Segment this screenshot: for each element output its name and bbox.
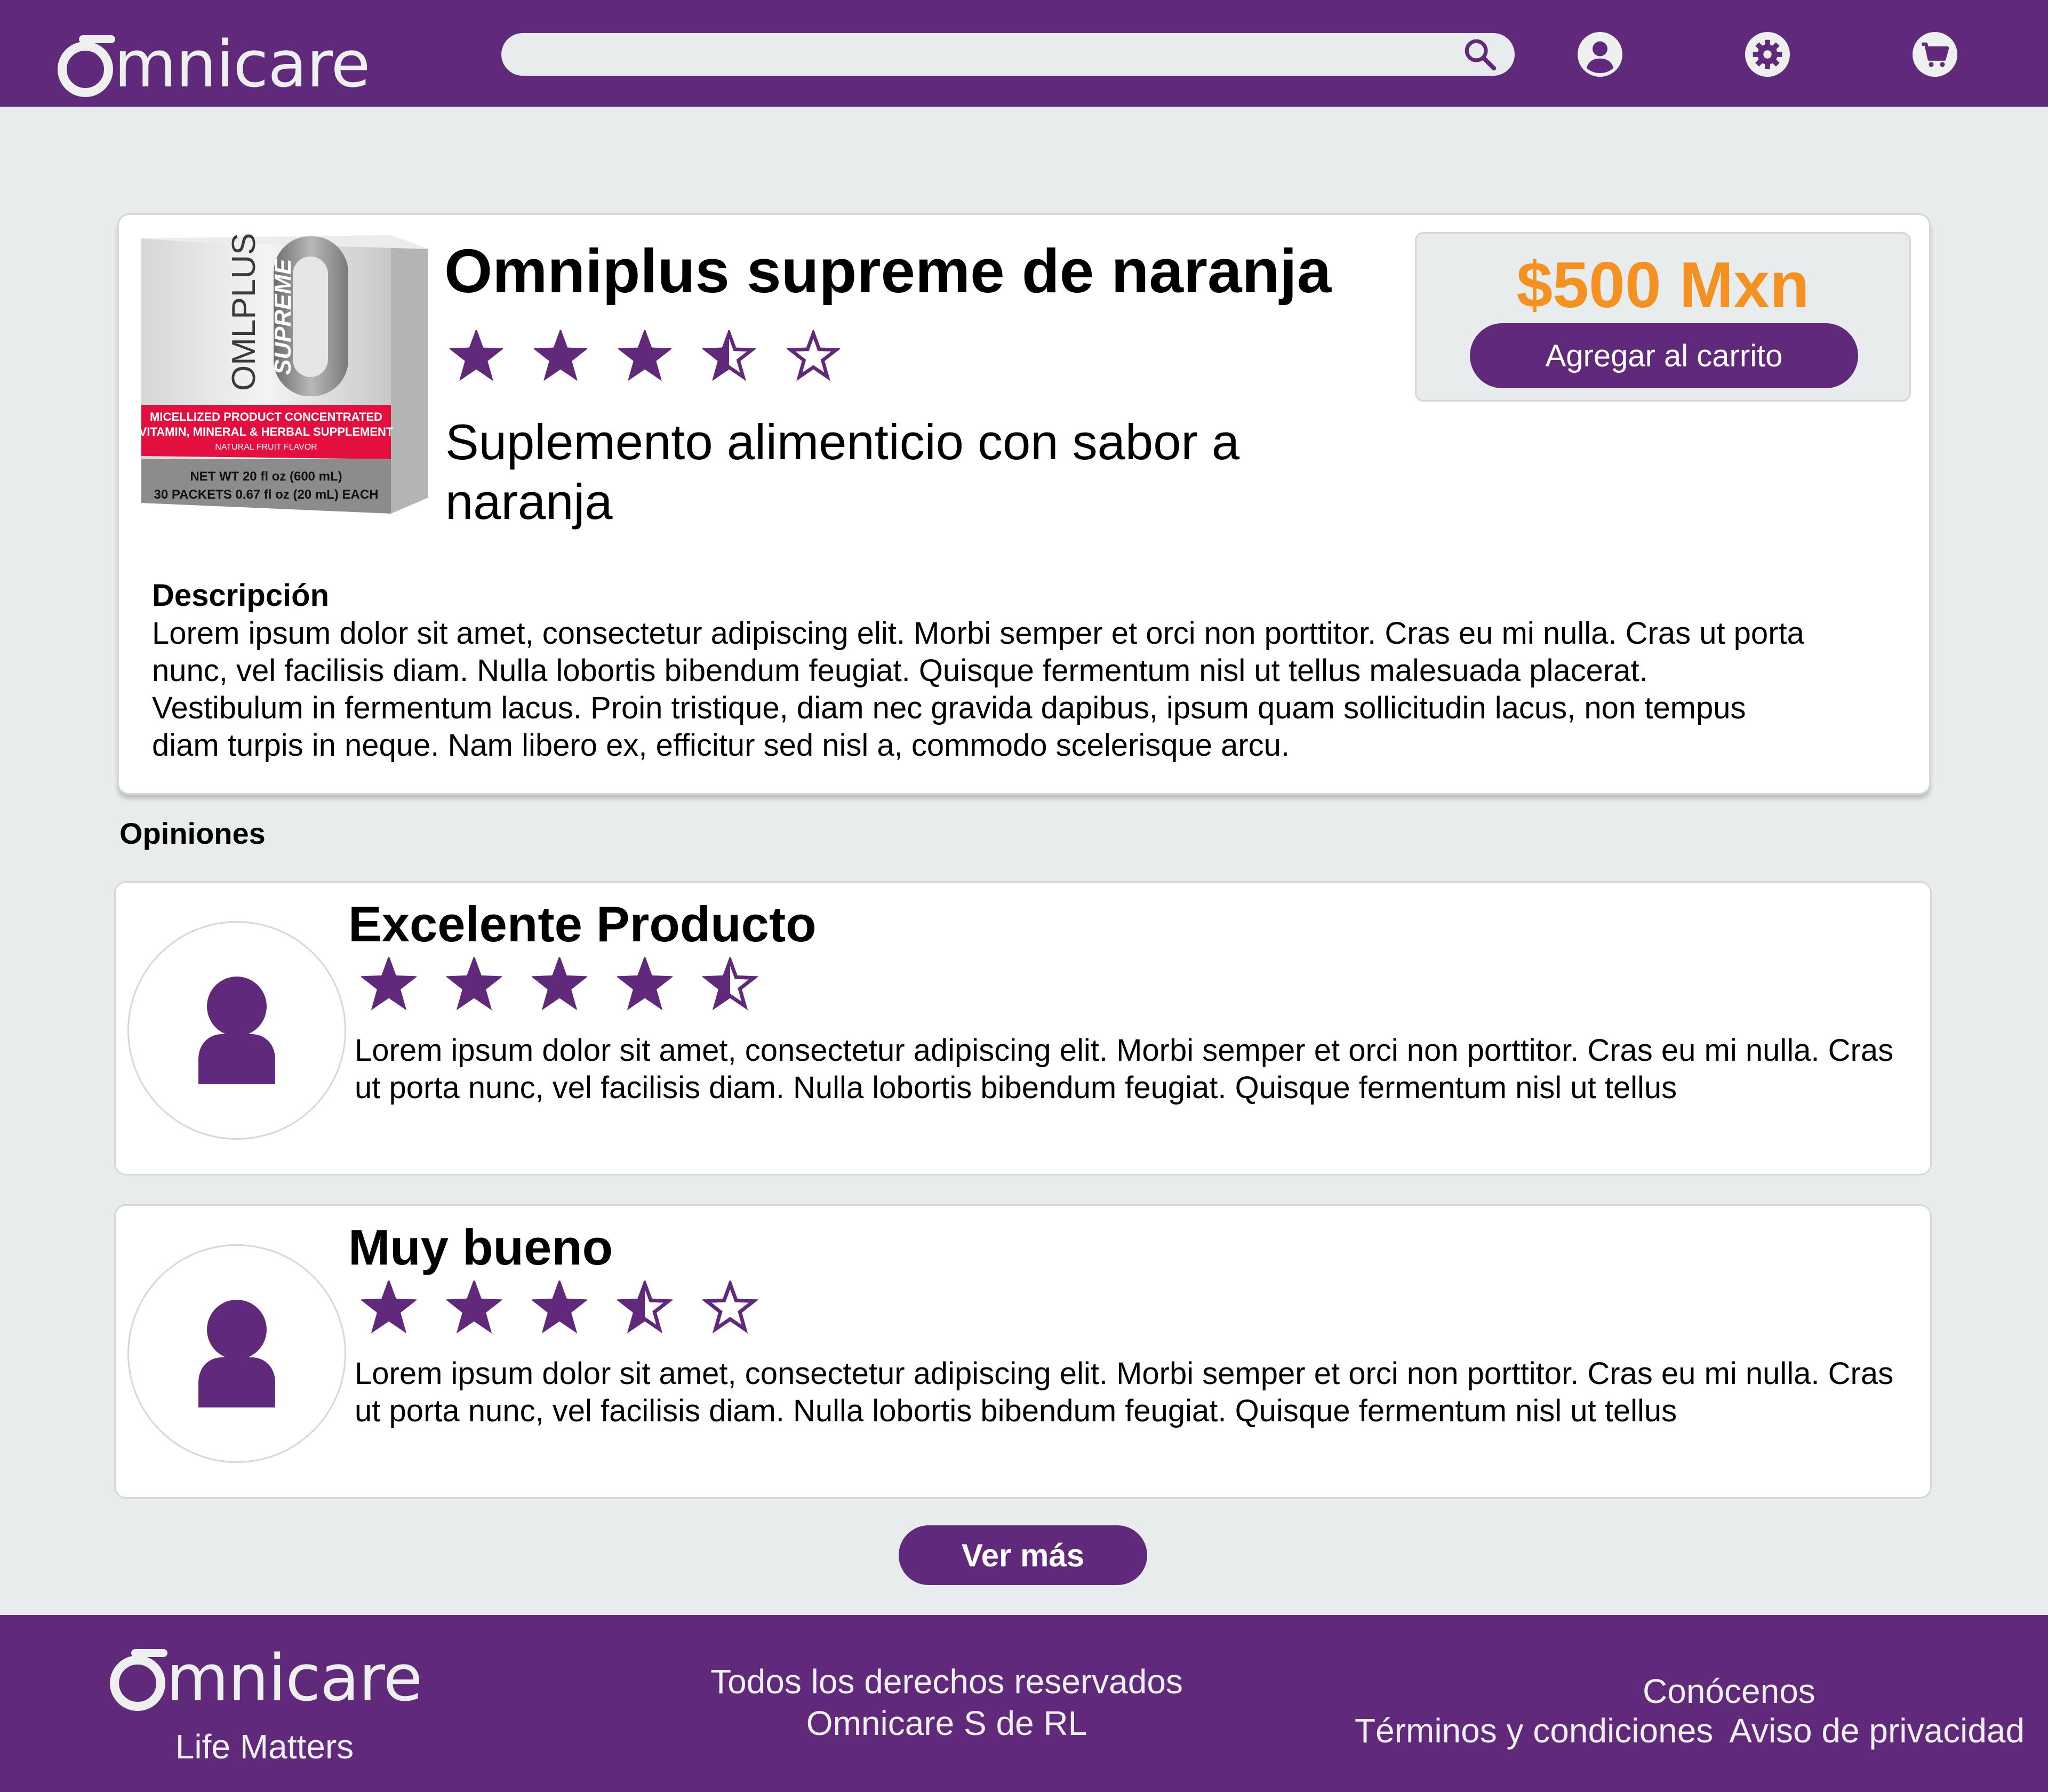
user-avatar-icon [198, 977, 275, 1084]
add-to-cart-button[interactable]: Agregar al carrito [1470, 323, 1858, 388]
box-band-line-2: VITAMIN, MINERAL & HERBAL SUPPLEMENT [140, 425, 394, 438]
copyright-line-1: Todos los derechos reservados [710, 1662, 1183, 1701]
product-rating [450, 330, 840, 383]
star-half-icon [617, 1281, 673, 1334]
star-full-icon [361, 1281, 417, 1334]
product-price: $500 Mxn [1516, 249, 1810, 321]
star-full-icon [361, 957, 417, 1011]
legal-links: Términos y condiciones Aviso de privacid… [1355, 1711, 2025, 1750]
review-text: Lorem ipsum dolor sit amet, consectetur … [355, 1033, 1894, 1105]
footer-logo[interactable]: mnicare [110, 1626, 422, 1711]
star-empty-icon [787, 330, 840, 381]
cart-icon [1913, 32, 1957, 77]
see-more-button[interactable]: Ver más [899, 1525, 1147, 1585]
review-text: Lorem ipsum dolor sit amet, consectetur … [355, 1356, 1894, 1428]
star-half-icon [702, 330, 756, 381]
settings-button[interactable] [1745, 32, 1790, 77]
product-title: Omniplus supreme de naranja [444, 236, 1332, 306]
top-nav-bar: mnicare [0, 0, 2048, 107]
footer-tagline: Life Matters [175, 1727, 354, 1766]
about-link[interactable]: Conócenos [1643, 1671, 1815, 1711]
review-card: Muy bueno Lorem ipsum dolor sit amet, co… [114, 1204, 1932, 1499]
description-heading: Descripción [152, 578, 329, 613]
product-subtitle: Suplemento alimenticio con sabor a naran… [445, 414, 1240, 530]
box-brand-text: OMLPLUS [226, 233, 262, 391]
user-avatar-icon [198, 1300, 275, 1407]
logo-o-mark [110, 1649, 167, 1711]
review-rating [361, 957, 758, 1013]
star-full-icon [450, 330, 503, 381]
star-full-icon [446, 1281, 502, 1334]
logo-o-mark [58, 35, 115, 97]
avatar [127, 1244, 346, 1463]
price-panel: $500 Mxn Agregar al carrito [1415, 232, 1911, 402]
logo-text: mnicare [166, 1642, 422, 1716]
review-title: Muy bueno [348, 1219, 613, 1275]
privacy-link[interactable]: Aviso de privacidad [1729, 1711, 2025, 1750]
star-full-icon [534, 330, 587, 381]
logo-text: mnicare [114, 28, 370, 102]
search-input[interactable] [501, 33, 1515, 76]
star-full-icon [446, 957, 502, 1011]
star-half-icon [702, 957, 758, 1011]
review-title: Excelente Producto [348, 896, 817, 952]
box-band-line-1: MICELLIZED PRODUCT CONCENTRATED [150, 410, 382, 423]
review-rating [361, 1281, 758, 1336]
star-empty-icon [702, 1281, 758, 1334]
search-icon [1465, 39, 1497, 71]
star-full-icon [617, 957, 673, 1011]
copyright-text: Todos los derechos reservados Omnicare S… [640, 1661, 1253, 1744]
search-button[interactable] [1456, 33, 1504, 76]
star-full-icon [532, 957, 587, 1011]
product-card: OMLPLUS SUPREME MICELLIZED PRODUCT CONCE… [117, 213, 1931, 795]
product-image: OMLPLUS SUPREME MICELLIZED PRODUCT CONCE… [140, 233, 428, 514]
box-net-line-2: 30 PACKETS 0.67 fl oz (20 mL) EACH [154, 487, 379, 502]
cart-button[interactable] [1913, 32, 1957, 77]
avatar [127, 921, 346, 1140]
box-net-line-1: NET WT 20 fl oz (600 mL) [190, 469, 342, 484]
copyright-line-2: Omnicare S de RL [806, 1704, 1087, 1742]
reviews-heading: Opiniones [119, 817, 266, 850]
description-text: Lorem ipsum dolor sit amet, consectetur … [152, 616, 1804, 763]
footer: mnicare Life Matters Todos los derechos … [0, 1615, 2048, 1792]
box-band-line-3: NATURAL FRUIT FLAVOR [215, 443, 317, 452]
terms-link[interactable]: Términos y condiciones [1355, 1711, 1713, 1750]
account-button[interactable] [1578, 32, 1622, 77]
star-full-icon [618, 330, 671, 381]
box-name-text: SUPREME [270, 258, 296, 375]
gear-icon [1745, 32, 1790, 77]
star-full-icon [532, 1281, 587, 1334]
review-card: Excelente Producto Lorem ipsum dolor sit… [114, 881, 1932, 1175]
header-logo[interactable]: mnicare [58, 12, 370, 97]
user-icon [1578, 32, 1622, 77]
